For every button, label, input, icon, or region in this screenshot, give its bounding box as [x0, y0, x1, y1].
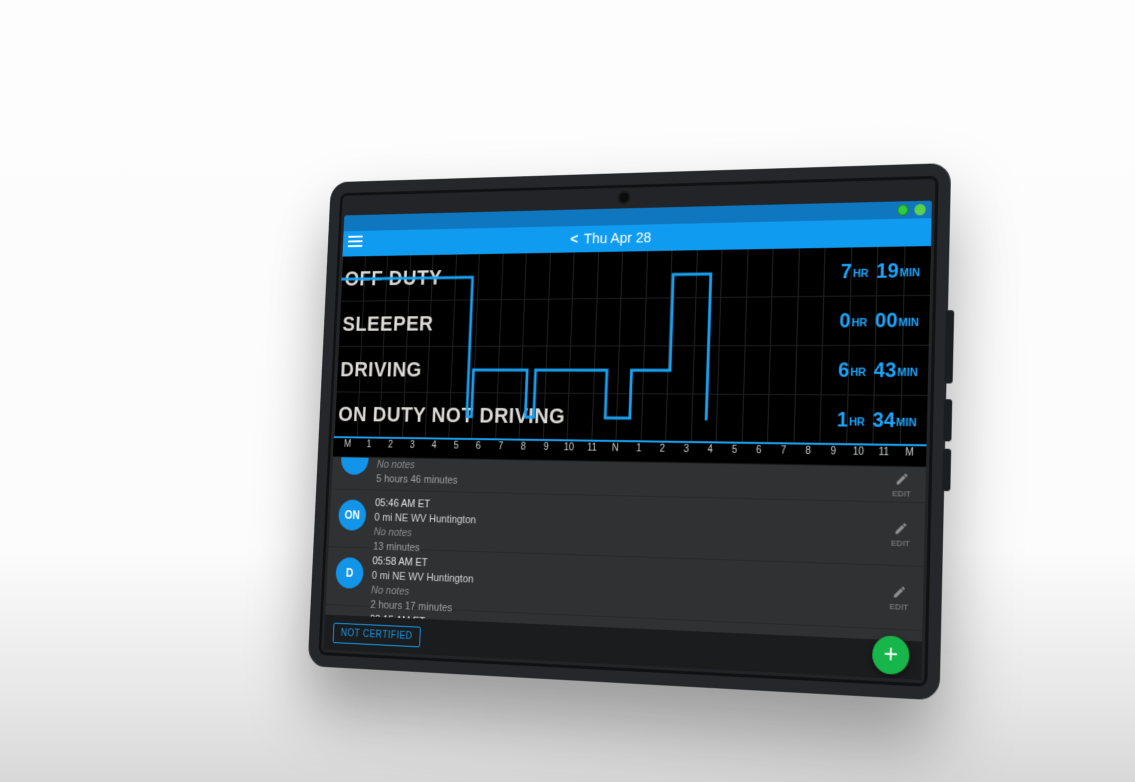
status-indicator-icon [897, 204, 908, 216]
log-entries[interactable]: No notes 5 hours 46 minutes EDIT ON 05:4… [325, 457, 926, 641]
total-sleeper: 0HR 00MIN [839, 296, 922, 346]
status-row-sleeper: SLEEPER [342, 311, 434, 336]
edit-button[interactable]: EDIT [890, 584, 909, 611]
edit-button[interactable]: EDIT [892, 471, 911, 498]
header-date: Thu Apr 28 [583, 229, 651, 247]
certify-button[interactable]: NOT CERTIFIED [333, 622, 421, 647]
total-driving: 6HR 43MIN [837, 346, 920, 396]
status-row-off-duty: OFF DUTY [344, 265, 443, 291]
app-screen: < Thu Apr 28 OFF DUTY SLEEPER DRIVING ON… [324, 201, 932, 680]
hos-graph[interactable]: OFF DUTY SLEEPER DRIVING ON DUTY NOT DRI… [333, 246, 931, 467]
plus-icon: + [883, 640, 898, 671]
total-off-duty: 7HR 19MIN [840, 246, 923, 297]
add-button[interactable]: + [872, 635, 910, 675]
menu-icon[interactable] [348, 236, 363, 248]
status-indicator-icon [914, 204, 925, 216]
device-button [944, 310, 954, 383]
chevron-left-icon[interactable]: < [570, 231, 579, 248]
entry-location: 0 mi NE WV Huntington [374, 511, 476, 528]
status-row-driving: DRIVING [340, 357, 422, 382]
pencil-icon [895, 471, 910, 486]
status-badge: D [335, 557, 364, 589]
entry-note: No notes [376, 458, 458, 474]
device-camera [619, 193, 629, 203]
entry-time: 05:58 AM ET [372, 554, 474, 572]
entry-duration: 13 minutes [373, 539, 475, 557]
status-badge [332, 615, 361, 642]
device-button [942, 449, 951, 491]
date-nav[interactable]: < Thu Apr 28 [570, 229, 652, 247]
entry-location: 0 mi NE WV Huntington [371, 569, 473, 587]
pencil-icon [892, 584, 907, 599]
entry-duration: 2 hours 17 minutes [370, 598, 473, 617]
total-on-duty: 1HR 34MIN [836, 395, 919, 446]
device-button [943, 399, 952, 441]
status-badge [341, 457, 370, 475]
pencil-icon [893, 520, 908, 535]
tablet-device: < Thu Apr 28 OFF DUTY SLEEPER DRIVING ON… [308, 163, 952, 700]
entry-note: No notes [371, 583, 473, 602]
log-entry[interactable]: ON 05:46 AM ET 0 mi NE WV Huntington No … [329, 490, 926, 567]
edit-button[interactable]: EDIT [891, 520, 910, 547]
status-badge: ON [338, 499, 367, 531]
entry-time: 08:15 AM ET [369, 613, 461, 632]
entry-duration: 5 hours 46 minutes [376, 472, 458, 488]
status-row-on-duty: ON DUTY NOT DRIVING [338, 402, 566, 429]
entry-time: 05:46 AM ET [375, 496, 477, 513]
entry-note: No notes [373, 525, 475, 543]
entry-location: 5 mi NW WV Beckley [369, 627, 461, 641]
